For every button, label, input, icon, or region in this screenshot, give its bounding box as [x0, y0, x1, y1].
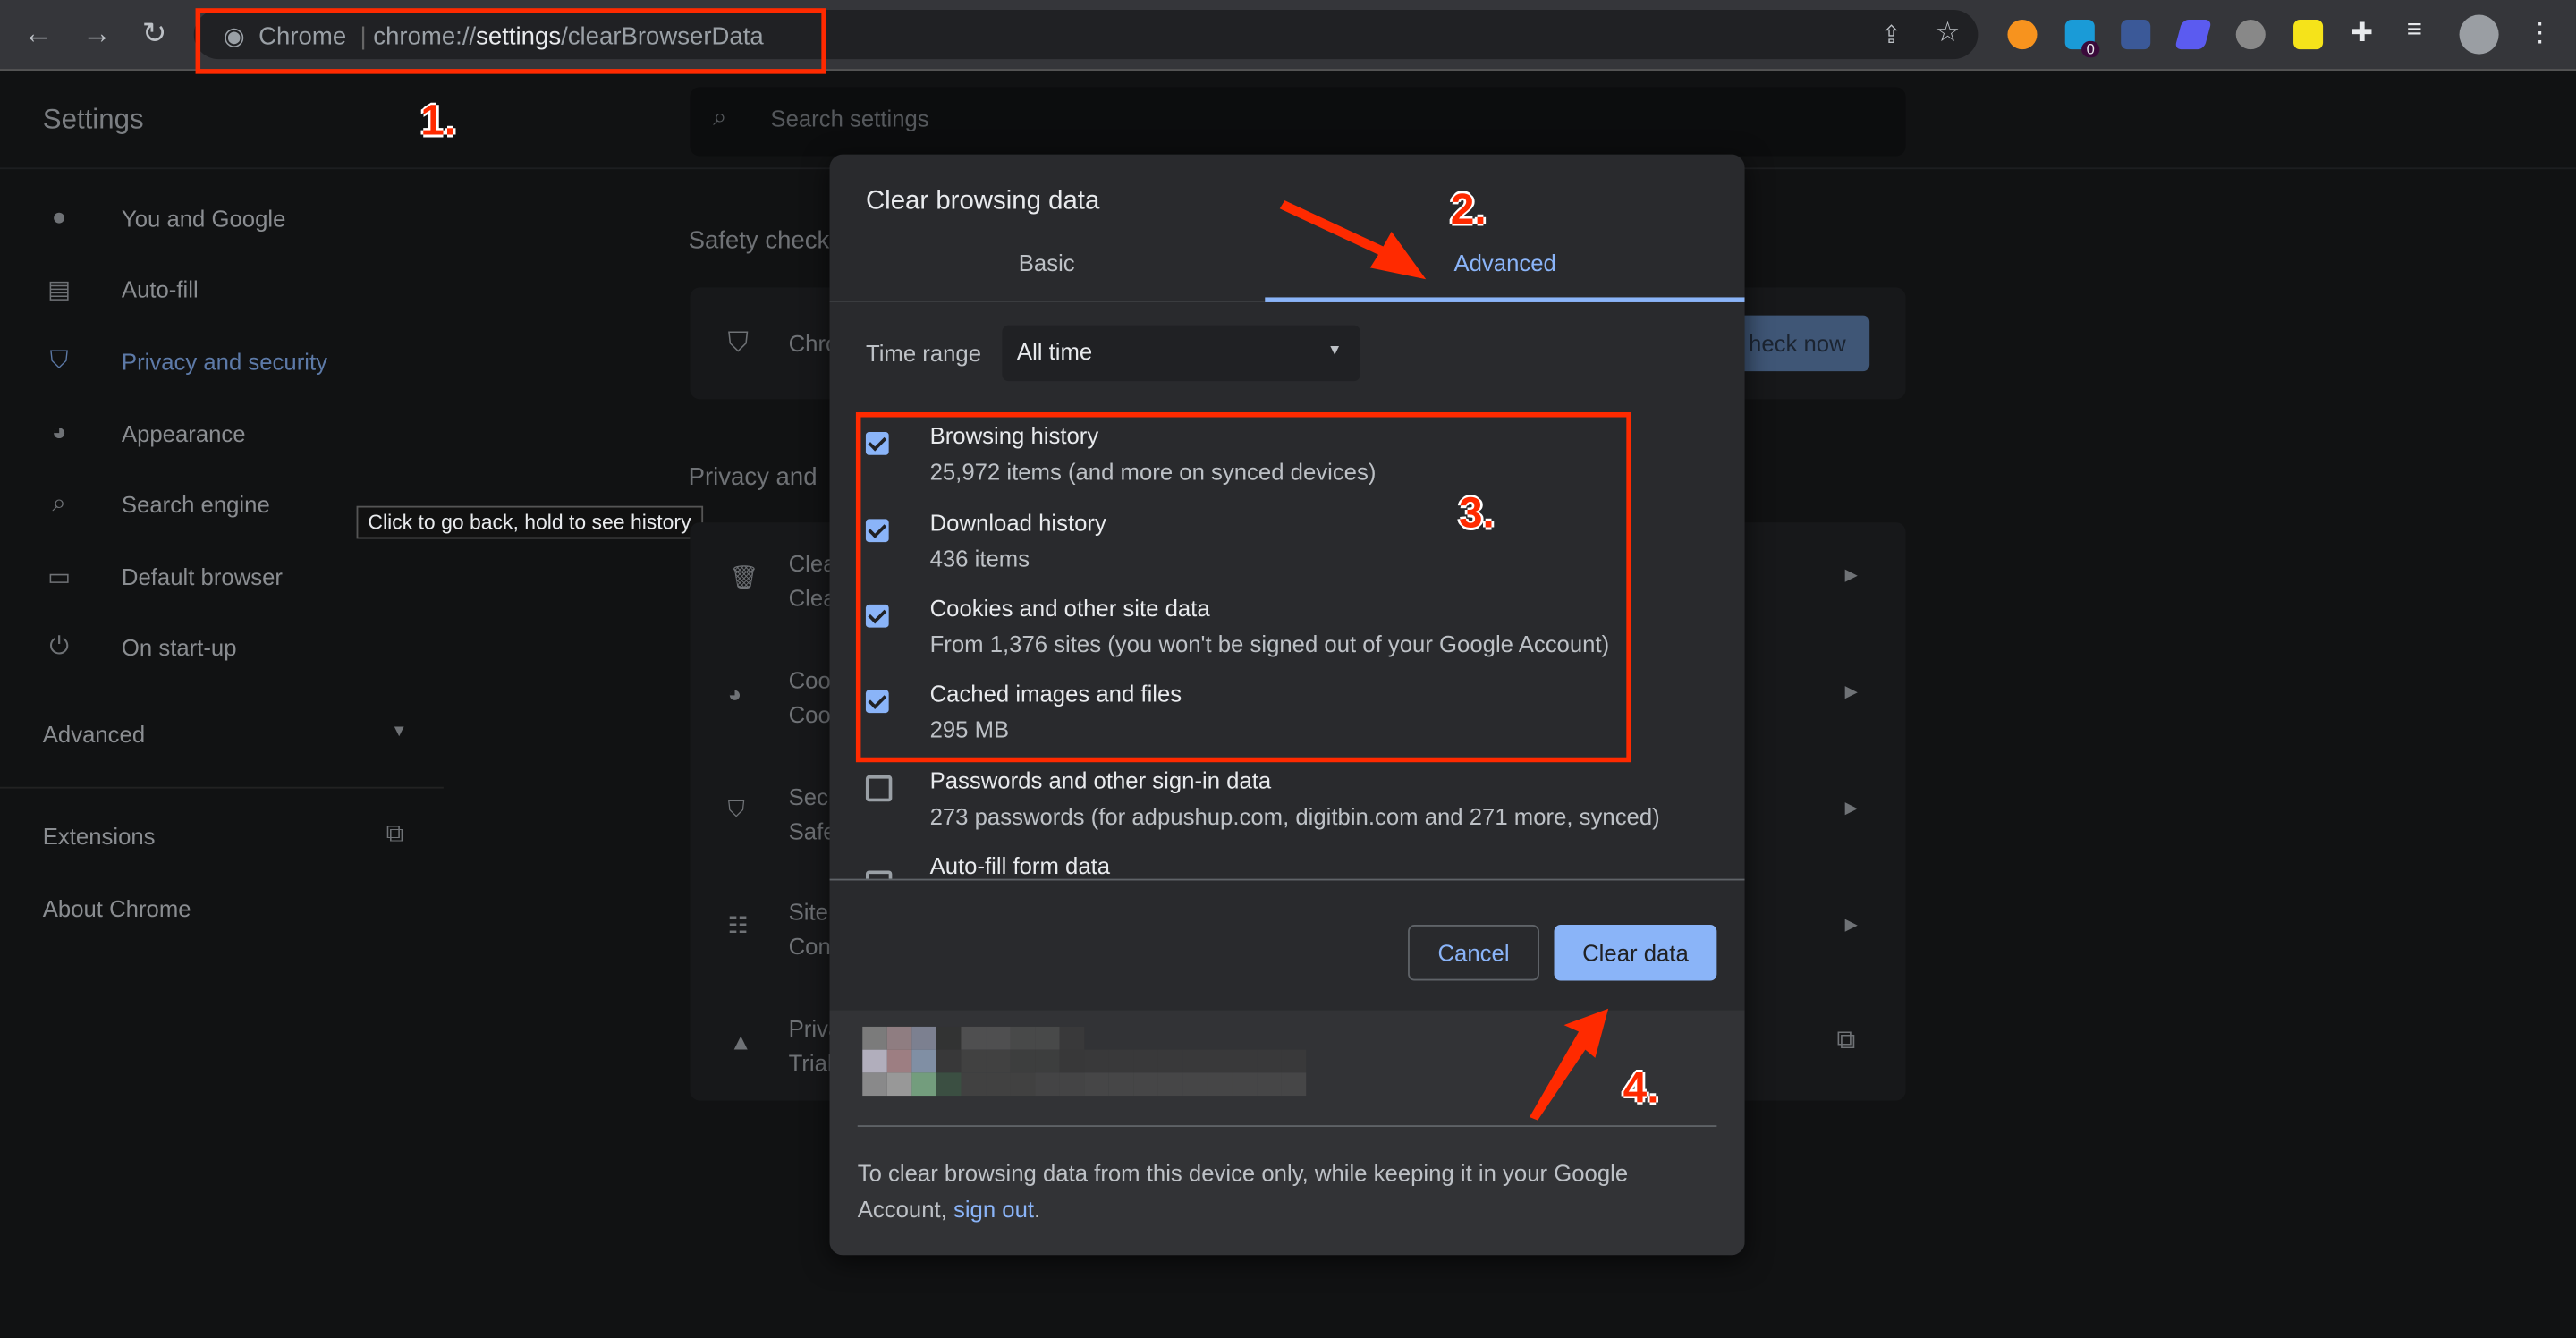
arrow-to-clear-data-button: [1529, 1008, 1609, 1121]
annotation-arrows: [1279, 200, 1609, 1121]
arrow-to-advanced-tab: [1279, 200, 1427, 280]
